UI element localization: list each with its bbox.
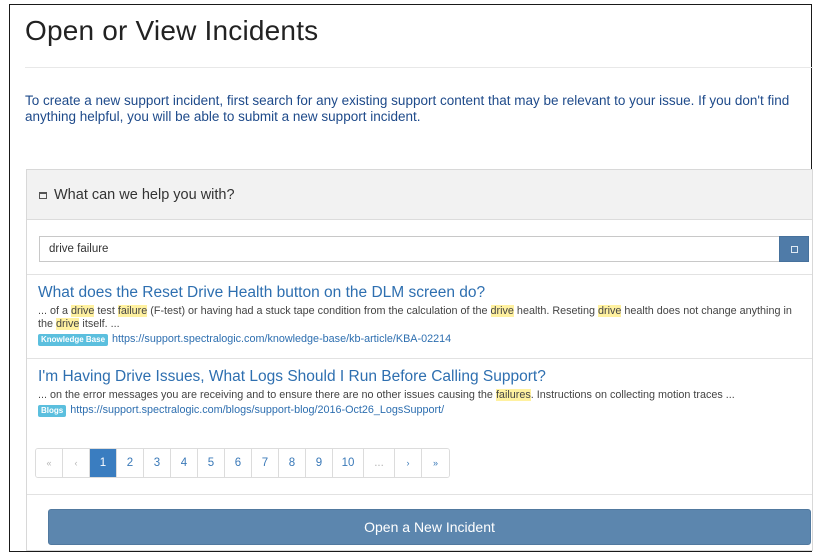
pagination-prev[interactable]: ‹ <box>63 449 90 477</box>
title-divider <box>25 67 813 68</box>
highlighted-term: drive <box>56 318 80 330</box>
panel-heading[interactable]: What can we help you with? <box>27 170 812 220</box>
collapse-icon[interactable] <box>39 192 47 199</box>
snippet-text: (F-test) or having had a stuck tape cond… <box>147 305 491 317</box>
snippet-text: ... on the error messages you are receiv… <box>38 389 496 401</box>
pagination: « ‹ 1 2 3 4 5 6 7 8 9 10 ... › » <box>35 448 450 478</box>
page-frame: Open or View Incidents To create a new s… <box>9 4 813 552</box>
pagination-page-9[interactable]: 9 <box>306 449 333 477</box>
category-badge: Knowledge Base <box>38 333 109 346</box>
snippet-text: ... of a <box>38 305 72 317</box>
result-item: I'm Having Drive Issues, What Logs Shoul… <box>27 358 812 430</box>
pagination-page-5[interactable]: 5 <box>198 449 225 477</box>
pagination-page-6[interactable]: 6 <box>225 449 252 477</box>
highlighted-term: drive <box>490 305 514 317</box>
pagination-page-7[interactable]: 7 <box>252 449 279 477</box>
pagination-page-1[interactable]: 1 <box>90 449 117 477</box>
category-badge: Blogs <box>38 404 67 417</box>
pagination-next[interactable]: › <box>395 449 422 477</box>
page-title: Open or View Incidents <box>25 15 319 46</box>
search-bar <box>39 236 809 262</box>
result-url-link[interactable]: https://support.spectralogic.com/knowled… <box>112 333 451 346</box>
open-new-incident-button[interactable]: Open a New Incident <box>48 509 811 545</box>
result-snippet: ... on the error messages you are receiv… <box>38 389 801 402</box>
pagination-last[interactable]: » <box>422 449 449 477</box>
pagination-page-2[interactable]: 2 <box>117 449 144 477</box>
search-panel: What can we help you with? What does the… <box>26 169 813 551</box>
search-input[interactable] <box>39 236 779 262</box>
highlighted-term: failures <box>495 389 531 401</box>
result-meta: Knowledge Base https://support.spectralo… <box>38 333 801 346</box>
result-meta: Blogs https://support.spectralogic.com/b… <box>38 404 801 417</box>
search-button[interactable] <box>779 236 809 262</box>
result-snippet: ... of a drive test failure (F-test) or … <box>38 305 801 331</box>
result-url-link[interactable]: https://support.spectralogic.com/blogs/s… <box>70 404 444 417</box>
result-item: What does the Reset Drive Health button … <box>27 274 812 356</box>
pagination-page-3[interactable]: 3 <box>144 449 171 477</box>
highlighted-term: drive <box>597 305 622 317</box>
result-title-link[interactable]: I'm Having Drive Issues, What Logs Shoul… <box>38 367 801 386</box>
snippet-text: itself. ... <box>79 318 120 330</box>
pagination-page-8[interactable]: 8 <box>279 449 306 477</box>
intro-text: To create a new support incident, first … <box>25 93 790 124</box>
snippet-text: health. Reseting <box>513 305 598 317</box>
pagination-ellipsis: ... <box>364 449 395 477</box>
highlighted-term: failure <box>117 305 148 317</box>
pagination-page-4[interactable]: 4 <box>171 449 198 477</box>
search-icon <box>790 245 798 253</box>
panel-heading-label: What can we help you with? <box>54 186 235 203</box>
highlighted-term: drive <box>71 305 95 317</box>
result-title-link[interactable]: What does the Reset Drive Health button … <box>38 283 801 302</box>
pagination-first[interactable]: « <box>36 449 63 477</box>
snippet-text: . Instructions on collecting motion trac… <box>530 389 735 401</box>
panel-footer-divider <box>27 494 812 495</box>
snippet-text: test <box>94 305 118 317</box>
pagination-page-10[interactable]: 10 <box>333 449 364 477</box>
